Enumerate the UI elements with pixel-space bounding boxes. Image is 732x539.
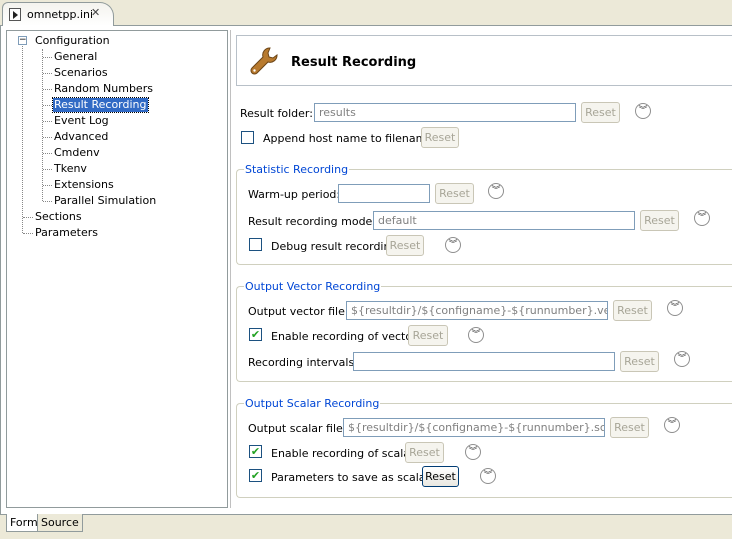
statistic-recording-title: Statistic Recording [244,163,350,176]
tree-item-sections[interactable]: Sections [35,210,82,224]
tree-item-tkenv[interactable]: Tkenv [54,162,87,176]
debug-recording-label: Debug result recording [271,240,398,253]
chevron-down-icon[interactable]: ︾ [667,300,683,316]
params-as-scalars-label: Parameters to save as scalars [271,471,436,484]
append-host-checkbox[interactable] [241,131,254,144]
chevron-down-icon[interactable]: ︾ [694,210,710,226]
recording-modes-field[interactable]: default [373,211,635,230]
recording-modes-reset-button[interactable]: Reset [640,210,679,231]
result-folder-field[interactable]: results [314,103,576,122]
tab-source[interactable]: Source [37,514,83,532]
params-as-scalars-checkbox[interactable]: ✔ [249,469,262,482]
scalar-file-field[interactable]: ${resultdir}/${configname}-${runnumber}.… [343,418,605,437]
warmup-period-label: Warm-up period: [248,188,341,201]
enable-vectors-checkbox[interactable]: ✔ [249,328,262,341]
editor-tab-label: omnetpp.ini [27,8,94,21]
recording-intervals-label: Recording intervals: [248,356,358,369]
bottom-tab-bar [0,514,732,539]
chevron-down-icon[interactable]: ︾ [674,351,690,367]
output-scalar-title: Output Scalar Recording [244,397,381,410]
warmup-period-reset-button[interactable]: Reset [435,183,474,204]
chevron-down-icon[interactable]: ︾ [635,103,651,119]
tree-item-event-log[interactable]: Event Log [54,114,109,128]
params-as-scalars-reset-button[interactable]: Reset [422,466,459,487]
output-vector-title: Output Vector Recording [244,280,382,293]
scalar-file-reset-button[interactable]: Reset [610,417,649,438]
vector-file-reset-button[interactable]: Reset [613,300,652,321]
tree-item-cmdenv[interactable]: Cmdenv [54,146,100,160]
tree-item-configuration[interactable]: Configuration [35,34,110,48]
tree-item-parallel-simulation[interactable]: Parallel Simulation [54,194,156,208]
debug-recording-reset-button[interactable]: Reset [386,235,424,256]
append-host-label: Append host name to filenames [263,132,439,145]
editor-tab-omnetpp-ini[interactable]: omnetpp.ini ✕ [2,2,114,26]
chevron-down-icon[interactable]: ︾ [465,444,481,460]
close-icon[interactable]: ✕ [91,6,100,19]
chevron-down-icon[interactable]: ︾ [468,327,484,343]
append-host-reset-button[interactable]: Reset [421,127,459,148]
recording-intervals-reset-button[interactable]: Reset [620,351,659,372]
scalar-file-label: Output scalar file: [248,422,347,435]
enable-scalars-label: Enable recording of scalars [271,447,421,460]
debug-recording-checkbox[interactable] [249,238,262,251]
tree-item-advanced[interactable]: Advanced [54,130,108,144]
tree-item-parameters[interactable]: Parameters [35,226,98,240]
wrench-icon [250,47,278,75]
warmup-period-field[interactable] [338,184,430,203]
enable-scalars-reset-button[interactable]: Reset [405,442,444,463]
tree-item-random-numbers[interactable]: Random Numbers [54,82,153,96]
tree-connector [22,46,23,233]
vector-file-label: Output vector file: [248,305,349,318]
vector-file-field[interactable]: ${resultdir}/${configname}-${runnumber}.… [346,301,608,320]
result-folder-reset-button[interactable]: Reset [581,102,620,123]
chevron-down-icon[interactable]: ︾ [488,183,504,199]
tree-item-general[interactable]: General [54,50,97,64]
chevron-down-icon[interactable]: ︾ [664,417,680,433]
tree-item-result-recording[interactable]: Result Recording [52,97,149,113]
tree-item-extensions[interactable]: Extensions [54,178,114,192]
chevron-down-icon[interactable]: ︾ [480,468,496,484]
recording-intervals-field[interactable] [353,352,615,371]
enable-vectors-label: Enable recording of vectors [271,330,423,343]
enable-vectors-reset-button[interactable]: Reset [408,325,448,346]
tree-item-scenarios[interactable]: Scenarios [54,66,108,80]
result-folder-label: Result folder: [240,107,313,120]
enable-scalars-checkbox[interactable]: ✔ [249,445,262,458]
ini-file-icon [9,8,21,21]
tree-connector [42,49,43,201]
collapse-icon[interactable]: − [18,36,27,45]
recording-modes-label: Result recording modes: [248,215,382,228]
page-title: Result Recording [291,55,417,70]
chevron-down-icon[interactable]: ︾ [445,237,461,253]
